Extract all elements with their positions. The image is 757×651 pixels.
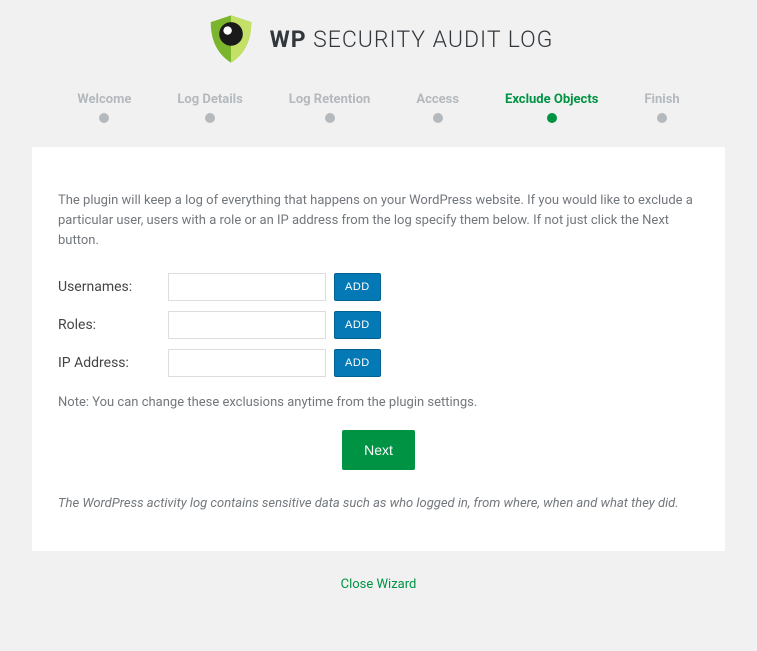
step-dot-icon — [99, 113, 109, 123]
next-button[interactable]: Next — [342, 430, 415, 470]
footnote-text: The WordPress activity log contains sens… — [58, 494, 699, 514]
next-wrapper: Next — [58, 430, 699, 470]
wizard-panel: The plugin will keep a log of everything… — [32, 147, 725, 551]
note-text: Note: You can change these exclusions an… — [58, 395, 699, 410]
step-dot-icon — [325, 113, 335, 123]
ip-row: IP Address: ADD — [58, 349, 699, 377]
roles-add-button[interactable]: ADD — [334, 311, 381, 339]
step-exclude-objects: Exclude Objects — [505, 92, 598, 123]
step-welcome: Welcome — [77, 92, 131, 123]
step-dot-icon — [205, 113, 215, 123]
step-log-retention: Log Retention — [289, 92, 371, 123]
ip-add-button[interactable]: ADD — [334, 349, 381, 377]
roles-label: Roles: — [58, 317, 168, 333]
ip-label: IP Address: — [58, 355, 168, 371]
logo-text: WP SECURITY AUDIT LOG — [270, 26, 554, 53]
step-dot-icon — [547, 113, 557, 123]
step-finish: Finish — [644, 92, 679, 123]
shield-eye-icon — [204, 12, 258, 66]
close-wizard-link[interactable]: Close Wizard — [341, 577, 417, 592]
close-area: Close Wizard — [0, 551, 757, 602]
usernames-label: Usernames: — [58, 279, 168, 295]
usernames-add-button[interactable]: ADD — [334, 273, 381, 301]
roles-row: Roles: ADD — [58, 311, 699, 339]
ip-input[interactable] — [168, 349, 326, 377]
roles-input[interactable] — [168, 311, 326, 339]
step-dot-icon — [657, 113, 667, 123]
usernames-input[interactable] — [168, 273, 326, 301]
intro-text: The plugin will keep a log of everything… — [58, 191, 699, 251]
logo-area: WP SECURITY AUDIT LOG — [0, 0, 757, 84]
usernames-row: Usernames: ADD — [58, 273, 699, 301]
wizard-steps: Welcome Log Details Log Retention Access… — [0, 84, 757, 137]
step-log-details: Log Details — [177, 92, 242, 123]
step-access: Access — [416, 92, 459, 123]
step-dot-icon — [433, 113, 443, 123]
